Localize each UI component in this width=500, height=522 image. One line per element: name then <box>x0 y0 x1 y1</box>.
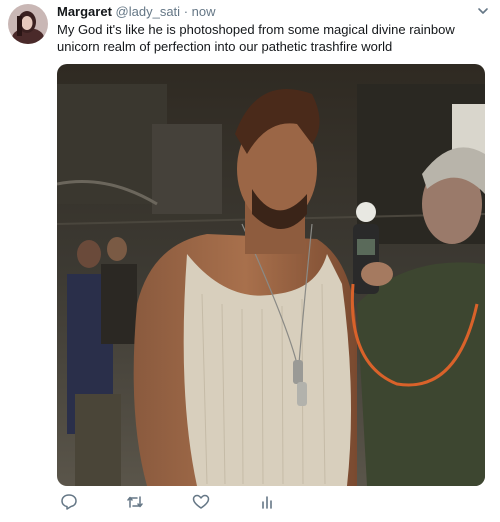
analytics-icon[interactable] <box>257 492 277 512</box>
tweet-text: My God it's like he is photoshoped from … <box>57 22 455 54</box>
author-name[interactable]: Margaret <box>57 4 112 19</box>
avatar[interactable] <box>8 4 48 44</box>
chevron-down-icon[interactable] <box>476 4 490 18</box>
tweet: Margaret @lady_sati · now My God it's li… <box>0 0 500 522</box>
timestamp[interactable]: now <box>192 4 216 19</box>
heart-icon[interactable] <box>191 492 211 512</box>
tweet-actions <box>57 492 307 514</box>
tweet-photo[interactable] <box>57 64 485 486</box>
tweet-header: Margaret @lady_sati · now <box>57 4 216 20</box>
reply-icon[interactable] <box>59 492 79 512</box>
separator: · <box>183 4 189 19</box>
author-handle[interactable]: @lady_sati <box>116 4 181 19</box>
retweet-icon[interactable] <box>125 492 145 512</box>
